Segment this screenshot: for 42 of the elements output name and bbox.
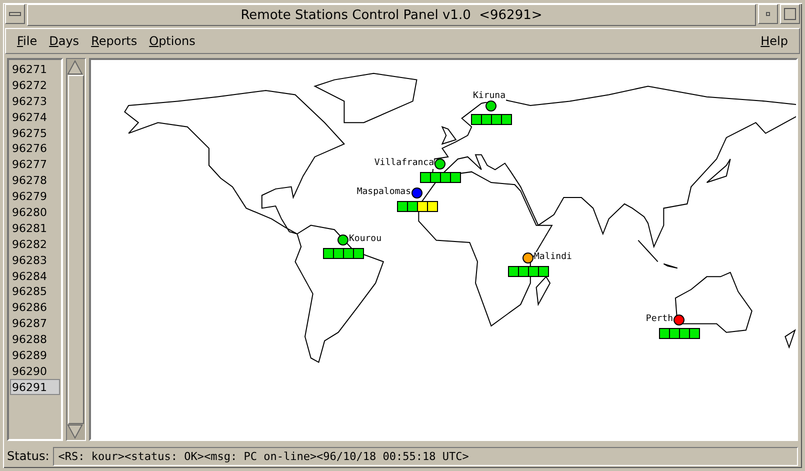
station-label: Maspalomas <box>356 187 411 198</box>
day-item[interactable]: 96286 <box>10 299 60 316</box>
maximize-button[interactable] <box>780 4 800 24</box>
day-item[interactable]: 96285 <box>10 283 60 300</box>
window-menu-button[interactable] <box>5 4 25 24</box>
station-label: Kiruna <box>473 91 506 102</box>
day-item[interactable]: 96272 <box>10 76 60 93</box>
day-item[interactable]: 96278 <box>10 172 60 188</box>
day-item[interactable]: 96281 <box>10 220 60 236</box>
day-item[interactable]: 96291 <box>10 378 60 395</box>
day-item[interactable]: 96280 <box>10 204 60 220</box>
status-message: <RS: kour><status: OK><msg: PC on-line><96/10/18 00:55:18 UTC> <box>53 446 798 466</box>
menu-item[interactable]: Reports <box>86 32 142 50</box>
minimize-icon <box>766 12 770 16</box>
bar-icon <box>9 12 21 16</box>
menu-item[interactable]: Days <box>44 32 84 50</box>
menu-item[interactable]: Options <box>144 32 200 50</box>
day-item[interactable]: 96276 <box>10 140 60 156</box>
station-dot[interactable] <box>674 314 684 326</box>
station-label: Kourou <box>349 234 382 245</box>
minimize-button[interactable] <box>758 4 778 24</box>
day-item[interactable]: 96277 <box>10 156 60 172</box>
day-item[interactable]: 96273 <box>10 92 60 109</box>
day-item[interactable]: 96271 <box>10 61 60 77</box>
day-item[interactable]: 96279 <box>10 188 60 204</box>
day-item[interactable]: 96290 <box>10 362 60 379</box>
window-title: Remote Stations Control Panel v1.0 <96291> <box>27 4 756 26</box>
station-dot[interactable] <box>412 188 422 198</box>
scrollbar[interactable] <box>66 58 86 441</box>
day-item[interactable]: 96283 <box>10 252 60 268</box>
help-menu[interactable]: Help <box>756 32 793 50</box>
day-item[interactable]: 96288 <box>10 331 60 348</box>
day-item[interactable]: 96274 <box>10 108 60 125</box>
maximize-icon <box>784 8 796 20</box>
day-item[interactable]: 96282 <box>10 236 60 252</box>
status-label: Status: <box>7 449 50 463</box>
day-item[interactable]: 96287 <box>10 315 60 332</box>
day-item[interactable]: 96284 <box>10 268 60 284</box>
menu-item[interactable]: File <box>12 32 42 50</box>
day-item[interactable]: 96275 <box>10 124 60 140</box>
station-label: Villafranca <box>374 158 434 169</box>
day-item[interactable]: 96289 <box>10 347 60 363</box>
